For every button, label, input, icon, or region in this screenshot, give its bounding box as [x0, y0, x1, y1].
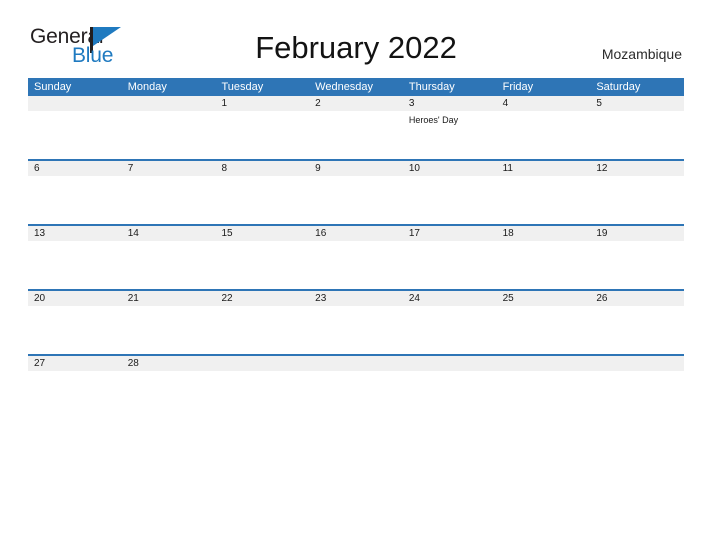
week-content-row: Heroes' Day — [28, 111, 684, 159]
weekday-header-row: Sunday Monday Tuesday Wednesday Thursday… — [28, 78, 684, 96]
day-cell[interactable] — [403, 306, 497, 354]
calendar-week-row: 6 7 8 9 10 11 12 — [28, 159, 684, 224]
day-number-empty — [122, 96, 216, 111]
day-cell-empty — [309, 371, 403, 415]
day-cell-empty — [122, 111, 216, 159]
weekday-header-thursday: Thursday — [408, 81, 455, 93]
weekday-header-saturday: Saturday — [596, 81, 641, 93]
day-number[interactable]: 5 — [590, 96, 684, 111]
weekday-header-monday: Monday — [127, 81, 167, 93]
day-number[interactable]: 27 — [28, 356, 122, 371]
week-date-band: 6 7 8 9 10 11 12 — [28, 161, 684, 176]
day-number[interactable]: 3 — [403, 96, 497, 111]
day-number[interactable]: 6 — [28, 161, 122, 176]
calendar-grid: Sunday Monday Tuesday Wednesday Thursday… — [28, 78, 684, 415]
holiday-label: Heroes' Day — [408, 115, 459, 125]
day-cell[interactable] — [309, 111, 403, 159]
week-content-row — [28, 176, 684, 224]
day-number-empty — [28, 96, 122, 111]
day-cell-empty — [590, 371, 684, 415]
day-number[interactable]: 2 — [309, 96, 403, 111]
day-cell[interactable] — [590, 306, 684, 354]
weekday-header-wednesday: Wednesday — [315, 81, 374, 93]
week-content-row — [28, 241, 684, 289]
week-date-band: 13 14 15 16 17 18 19 — [28, 226, 684, 241]
weekday-header-tuesday: Tuesday — [221, 81, 264, 93]
day-cell-empty — [215, 371, 309, 415]
day-number[interactable]: 25 — [497, 291, 591, 306]
day-cell[interactable] — [122, 306, 216, 354]
calendar-week-row: 1 2 3 4 5 Heroes' Day — [28, 96, 684, 159]
day-number-empty — [403, 356, 497, 371]
day-number[interactable]: 4 — [497, 96, 591, 111]
weekday-header-friday: Friday — [502, 81, 534, 93]
day-number[interactable]: 9 — [309, 161, 403, 176]
day-cell[interactable] — [309, 176, 403, 224]
day-number[interactable]: 8 — [215, 161, 309, 176]
day-number-empty — [590, 356, 684, 371]
calendar-page: General Blue February 2022 Mozambique Su… — [0, 0, 712, 550]
week-content-row — [28, 306, 684, 354]
day-number[interactable]: 18 — [497, 226, 591, 241]
day-number[interactable]: 22 — [215, 291, 309, 306]
day-number[interactable]: 23 — [309, 291, 403, 306]
day-number[interactable]: 13 — [28, 226, 122, 241]
day-number[interactable]: 20 — [28, 291, 122, 306]
day-cell[interactable] — [497, 241, 591, 289]
day-cell[interactable]: Heroes' Day — [403, 111, 497, 159]
day-cell[interactable] — [497, 306, 591, 354]
day-cell[interactable] — [403, 241, 497, 289]
day-number[interactable]: 28 — [122, 356, 216, 371]
day-cell[interactable] — [403, 176, 497, 224]
day-number[interactable]: 16 — [309, 226, 403, 241]
calendar-week-row: 27 28 — [28, 354, 684, 415]
day-cell[interactable] — [215, 241, 309, 289]
day-cell[interactable] — [28, 371, 122, 415]
calendar-week-row: 20 21 22 23 24 25 26 — [28, 289, 684, 354]
day-number[interactable]: 11 — [497, 161, 591, 176]
day-number[interactable]: 12 — [590, 161, 684, 176]
day-cell[interactable] — [590, 111, 684, 159]
day-number-empty — [309, 356, 403, 371]
week-date-band: 20 21 22 23 24 25 26 — [28, 291, 684, 306]
week-content-row — [28, 371, 684, 415]
day-number[interactable]: 14 — [122, 226, 216, 241]
day-cell[interactable] — [28, 176, 122, 224]
day-number[interactable]: 1 — [215, 96, 309, 111]
day-number[interactable]: 15 — [215, 226, 309, 241]
week-date-band: 12345 — [28, 96, 684, 111]
page-header: General Blue February 2022 Mozambique — [0, 0, 712, 70]
day-cell[interactable] — [28, 241, 122, 289]
day-cell[interactable] — [215, 176, 309, 224]
day-number[interactable]: 24 — [403, 291, 497, 306]
country-label: Mozambique — [601, 46, 682, 62]
week-date-band: 27 28 — [28, 356, 684, 371]
day-number[interactable]: 17 — [403, 226, 497, 241]
day-cell-empty — [403, 371, 497, 415]
day-cell[interactable] — [590, 241, 684, 289]
day-number-empty — [497, 356, 591, 371]
calendar-week-row: 13 14 15 16 17 18 19 — [28, 224, 684, 289]
day-cell[interactable] — [215, 306, 309, 354]
day-cell[interactable] — [309, 306, 403, 354]
day-cell[interactable] — [309, 241, 403, 289]
day-cell-empty — [28, 111, 122, 159]
day-number[interactable]: 10 — [403, 161, 497, 176]
day-cell[interactable] — [122, 241, 216, 289]
day-number[interactable]: 21 — [122, 291, 216, 306]
day-cell-empty — [497, 371, 591, 415]
calendar-weeks: 1 2 3 4 5 Heroes' Day 6 7 8 9 10 11 12 13 14 15 16 17 18 19… — [28, 96, 684, 415]
day-cell[interactable] — [497, 111, 591, 159]
weekday-header-sunday: Sunday — [34, 81, 72, 93]
day-number[interactable]: 19 — [590, 226, 684, 241]
day-cell[interactable] — [122, 176, 216, 224]
day-number[interactable]: 26 — [590, 291, 684, 306]
day-number-empty — [215, 356, 309, 371]
day-number[interactable]: 7 — [122, 161, 216, 176]
day-cell[interactable] — [590, 176, 684, 224]
day-cell[interactable] — [497, 176, 591, 224]
day-cell[interactable] — [122, 371, 216, 415]
day-cell[interactable] — [215, 111, 309, 159]
day-cell[interactable] — [28, 306, 122, 354]
